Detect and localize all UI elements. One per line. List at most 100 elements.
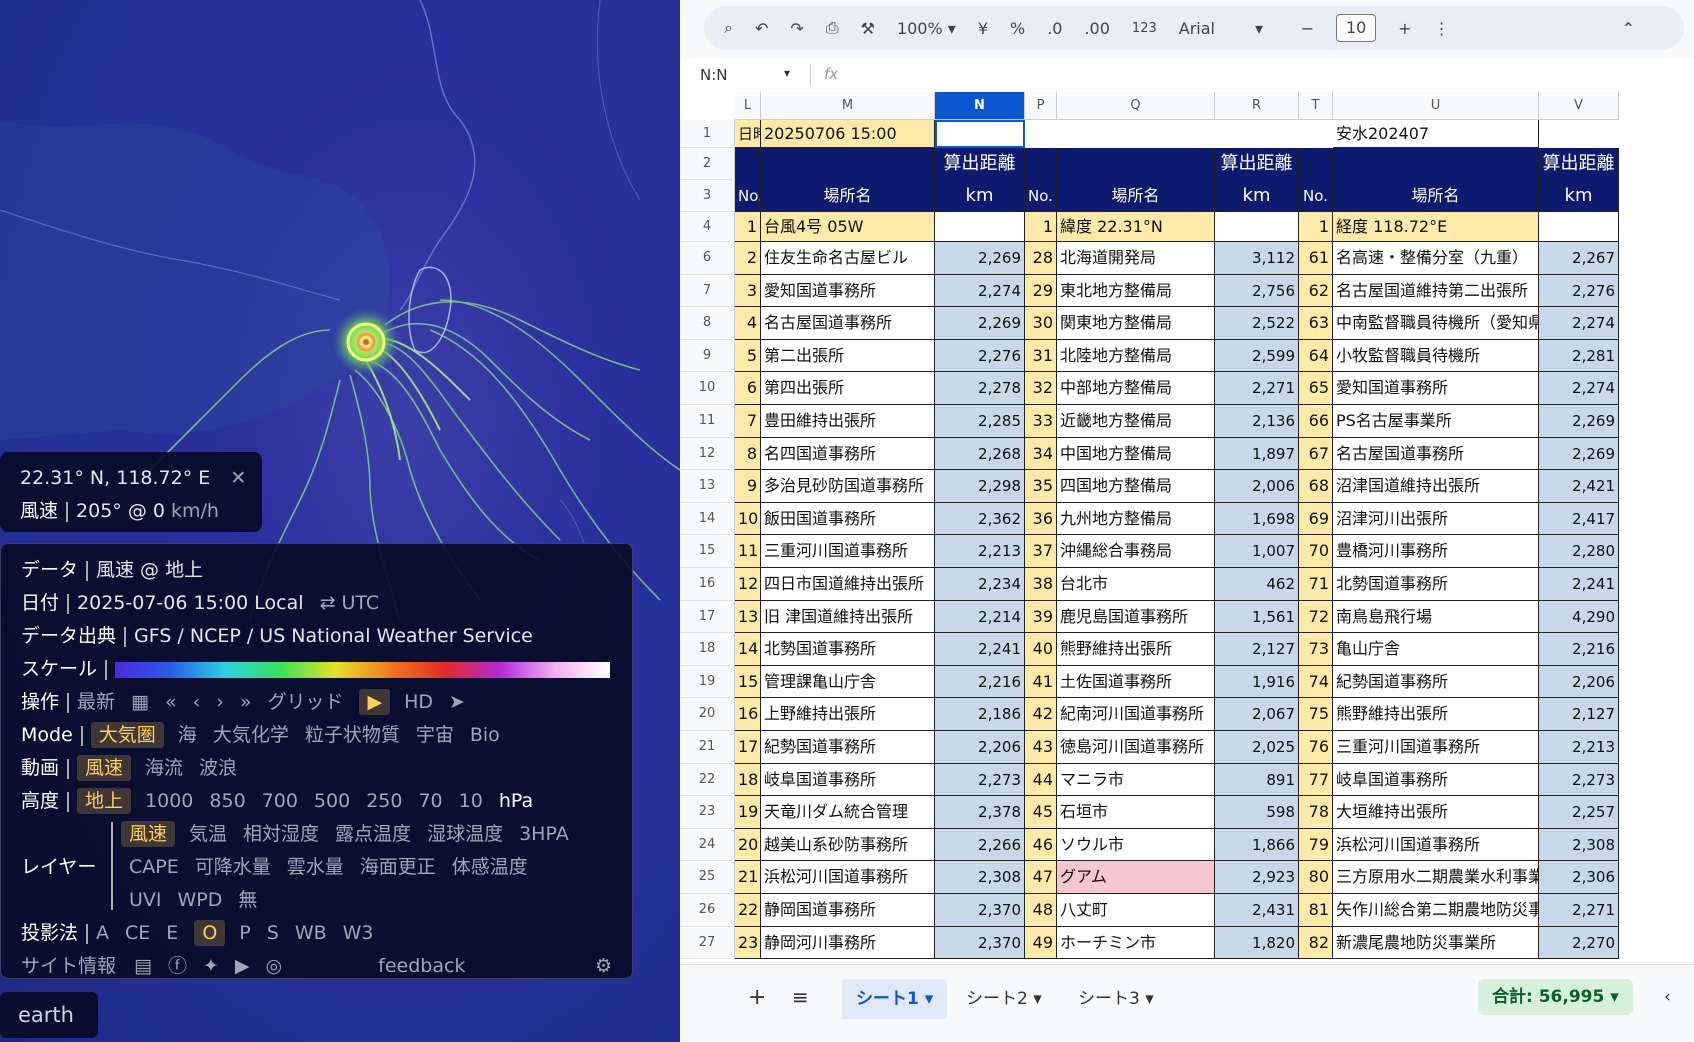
instagram-icon[interactable]: ◎	[266, 955, 283, 977]
height-option[interactable]: 地上	[77, 788, 132, 814]
distance-value[interactable]: 2,241	[1539, 568, 1619, 601]
cell[interactable]: 35	[1025, 470, 1057, 503]
cell[interactable]: 77	[1299, 763, 1333, 797]
site-info-link[interactable]: サイト情報	[21, 955, 116, 977]
cell[interactable]: 41	[1025, 665, 1057, 699]
place-name[interactable]: 静岡河川事務所	[761, 926, 935, 960]
distance-value[interactable]: 2,025	[1215, 731, 1299, 764]
row-header[interactable]: 3	[680, 180, 735, 212]
distance-value[interactable]: 2,267	[1539, 242, 1619, 275]
place-name[interactable]: 沖縄総合事務局	[1057, 535, 1215, 568]
place-name[interactable]: 名高速・整備分室（九重）	[1333, 242, 1539, 275]
row-header[interactable]: 8	[680, 307, 735, 340]
distance-value[interactable]: 2,213	[935, 535, 1025, 568]
tab-sheet3[interactable]: シート3 ▾	[1064, 979, 1168, 1019]
hd-button[interactable]: HD	[404, 691, 433, 713]
row-header[interactable]: 26	[680, 894, 735, 927]
place-name[interactable]: 四国地方整備局	[1057, 470, 1215, 503]
column-header[interactable]: P	[1025, 92, 1057, 120]
row-header[interactable]: 24	[680, 828, 735, 862]
distance-value[interactable]: 2,257	[1539, 796, 1619, 829]
layer-option[interactable]: WPD	[178, 889, 223, 911]
distance-value[interactable]: 2,274	[935, 274, 1025, 308]
cell[interactable]: 46	[1025, 828, 1057, 862]
cell[interactable]: 安水202407	[1333, 120, 1539, 148]
cell[interactable]	[935, 212, 1025, 242]
distance-value[interactable]: 2,522	[1215, 307, 1299, 340]
cell[interactable]: 30	[1025, 307, 1057, 340]
zoom-select[interactable]: 100% ▾	[897, 19, 956, 38]
facebook-icon[interactable]: ⓕ	[168, 955, 187, 977]
cell[interactable]: 32	[1025, 372, 1057, 405]
cell[interactable]: 13	[735, 600, 761, 634]
cell[interactable]: 66	[1299, 405, 1333, 438]
distance-value[interactable]: 2,281	[1539, 339, 1619, 373]
mode-option[interactable]: 粒子状物質	[305, 724, 400, 746]
layer-option[interactable]: 海面更正	[360, 856, 436, 878]
cell[interactable]: 経度 118.72°E	[1333, 212, 1539, 242]
distance-value[interactable]: 2,269	[935, 307, 1025, 340]
place-name[interactable]: マニラ市	[1057, 763, 1215, 797]
distance-value[interactable]: 2,127	[1539, 698, 1619, 731]
cell[interactable]: 34	[1025, 437, 1057, 471]
height-option[interactable]: 500	[314, 790, 350, 812]
column-header[interactable]: U	[1333, 92, 1539, 120]
place-name[interactable]: 中部地方整備局	[1057, 372, 1215, 405]
cell[interactable]: 17	[735, 731, 761, 764]
place-name[interactable]: 名四国道事務所	[761, 437, 935, 471]
play-icon[interactable]: ▶	[359, 689, 391, 715]
projection-option[interactable]: O	[194, 920, 226, 946]
add-sheet-icon[interactable]: +	[748, 985, 766, 1010]
place-name[interactable]: 豊橋河川事務所	[1333, 535, 1539, 568]
place-name[interactable]: 熊野維持出張所	[1057, 633, 1215, 666]
cell[interactable]: 9	[735, 470, 761, 503]
row-header[interactable]: 19	[680, 665, 735, 699]
distance-value[interactable]: 1,916	[1215, 665, 1299, 699]
chevron-down-icon[interactable]: ▾	[784, 66, 790, 80]
cell[interactable]: 2	[735, 242, 761, 275]
color-scale-bar[interactable]	[115, 661, 611, 678]
earth-badge[interactable]: earth	[0, 992, 98, 1038]
place-name[interactable]: 浜松河川国道事務所	[761, 861, 935, 894]
km-header[interactable]: km	[1539, 180, 1619, 212]
tab-sheet2[interactable]: シート2 ▾	[952, 979, 1056, 1019]
place-name[interactable]: 三重河川国道事務所	[761, 535, 935, 568]
place-name[interactable]: 多治見砂防国道事務所	[761, 470, 935, 503]
distance-value[interactable]: 2,269	[935, 242, 1025, 275]
distance-value[interactable]: 2,274	[1539, 307, 1619, 340]
cell[interactable]: 33	[1025, 405, 1057, 438]
place-name[interactable]: ソウル市	[1057, 828, 1215, 862]
layer-option[interactable]: 体感温度	[452, 856, 528, 878]
row-header[interactable]: 22	[680, 763, 735, 797]
cell[interactable]: 23	[735, 926, 761, 960]
place-name[interactable]: 北勢国道事務所	[1333, 568, 1539, 601]
distance-value[interactable]: 2,362	[935, 502, 1025, 536]
height-option[interactable]: 10	[459, 790, 483, 812]
row-header[interactable]: 2	[680, 148, 735, 180]
distance-value[interactable]: 1,897	[1215, 437, 1299, 471]
place-name[interactable]: 徳島河川国道事務所	[1057, 731, 1215, 764]
undo-icon[interactable]: ↶	[755, 19, 768, 38]
distance-value[interactable]: 2,308	[935, 861, 1025, 894]
distance-value[interactable]: 2,276	[935, 339, 1025, 373]
cell[interactable]: 68	[1299, 470, 1333, 503]
utc-toggle[interactable]: ⇄ UTC	[320, 592, 380, 614]
place-name[interactable]: 中南監督職員待機所（愛知県	[1333, 307, 1539, 340]
butterfly-icon[interactable]: ✦	[203, 955, 219, 977]
increase-decimal-button[interactable]: .00	[1084, 19, 1109, 38]
distance-header[interactable]: 算出距離	[1215, 148, 1299, 180]
place-header[interactable]: 場所名	[1057, 180, 1215, 212]
cell[interactable]: 64	[1299, 339, 1333, 373]
row-header[interactable]: 12	[680, 437, 735, 471]
cell[interactable]: 7	[735, 405, 761, 438]
place-name[interactable]: 紀南河川国道事務所	[1057, 698, 1215, 731]
cell[interactable]: 76	[1299, 731, 1333, 764]
distance-header[interactable]: 算出距離	[935, 148, 1025, 180]
fast-forward-icon[interactable]: »	[240, 691, 252, 713]
distance-value[interactable]: 1,866	[1215, 828, 1299, 862]
cell[interactable]	[1215, 212, 1299, 242]
cell[interactable]: 45	[1025, 796, 1057, 829]
cell[interactable]: 48	[1025, 894, 1057, 927]
sum-indicator[interactable]: 合計: 56,995 ▾	[1478, 979, 1633, 1015]
redo-icon[interactable]: ↷	[790, 19, 803, 38]
